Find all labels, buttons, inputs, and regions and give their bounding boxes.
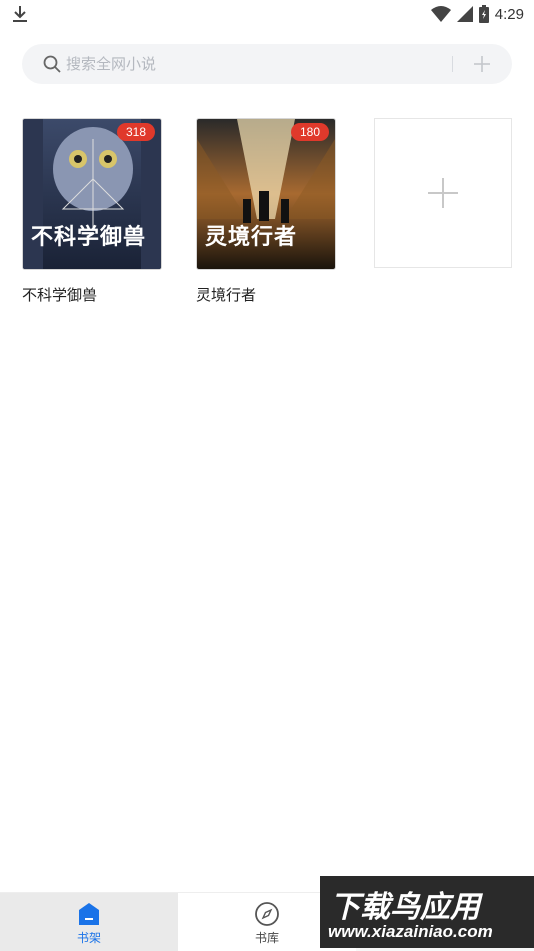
wifi-icon	[430, 6, 451, 22]
search-input[interactable]	[66, 44, 446, 84]
unread-badge: 180	[291, 123, 329, 141]
book-cover[interactable]: 灵境行者 180	[196, 118, 336, 270]
bookshelf-grid: 不科学御兽 318 不科学御兽 灵境行者 180 灵境行者	[0, 118, 534, 318]
search-divider	[452, 56, 453, 72]
book-item[interactable]: 灵境行者 180 灵境行者	[196, 118, 338, 305]
search-bar[interactable]	[22, 44, 512, 84]
watermark: 下载鸟应用 www.xiazainiao.com	[320, 876, 534, 948]
watermark-title: 下载鸟应用	[330, 890, 480, 925]
plus-icon[interactable]	[470, 52, 494, 76]
status-time: 4:29	[494, 5, 524, 23]
book-cover-title: 不科学御兽	[31, 225, 147, 250]
status-bar: 4:29	[0, 0, 534, 28]
book-title: 不科学御兽	[22, 286, 98, 304]
bookshelf-icon	[79, 903, 99, 925]
download-icon	[10, 4, 30, 24]
watermark-url: www.xiazainiao.com	[328, 922, 493, 941]
book-item[interactable]: 不科学御兽 318 不科学御兽	[22, 118, 164, 305]
search-icon	[43, 55, 61, 73]
add-book-button[interactable]	[374, 118, 512, 268]
unread-badge: 318	[117, 123, 155, 141]
book-cover-title: 灵境行者	[205, 225, 298, 250]
battery-icon	[478, 5, 489, 23]
signal-icon	[456, 6, 473, 22]
book-cover[interactable]: 不科学御兽 318	[22, 118, 162, 270]
tab-bookshelf[interactable]: 书架	[0, 893, 178, 951]
tab-label: 书架	[76, 931, 101, 945]
book-title: 灵境行者	[196, 286, 257, 304]
status-icons: 4:29	[430, 4, 524, 24]
plus-icon	[428, 178, 458, 208]
compass-icon	[255, 902, 279, 926]
